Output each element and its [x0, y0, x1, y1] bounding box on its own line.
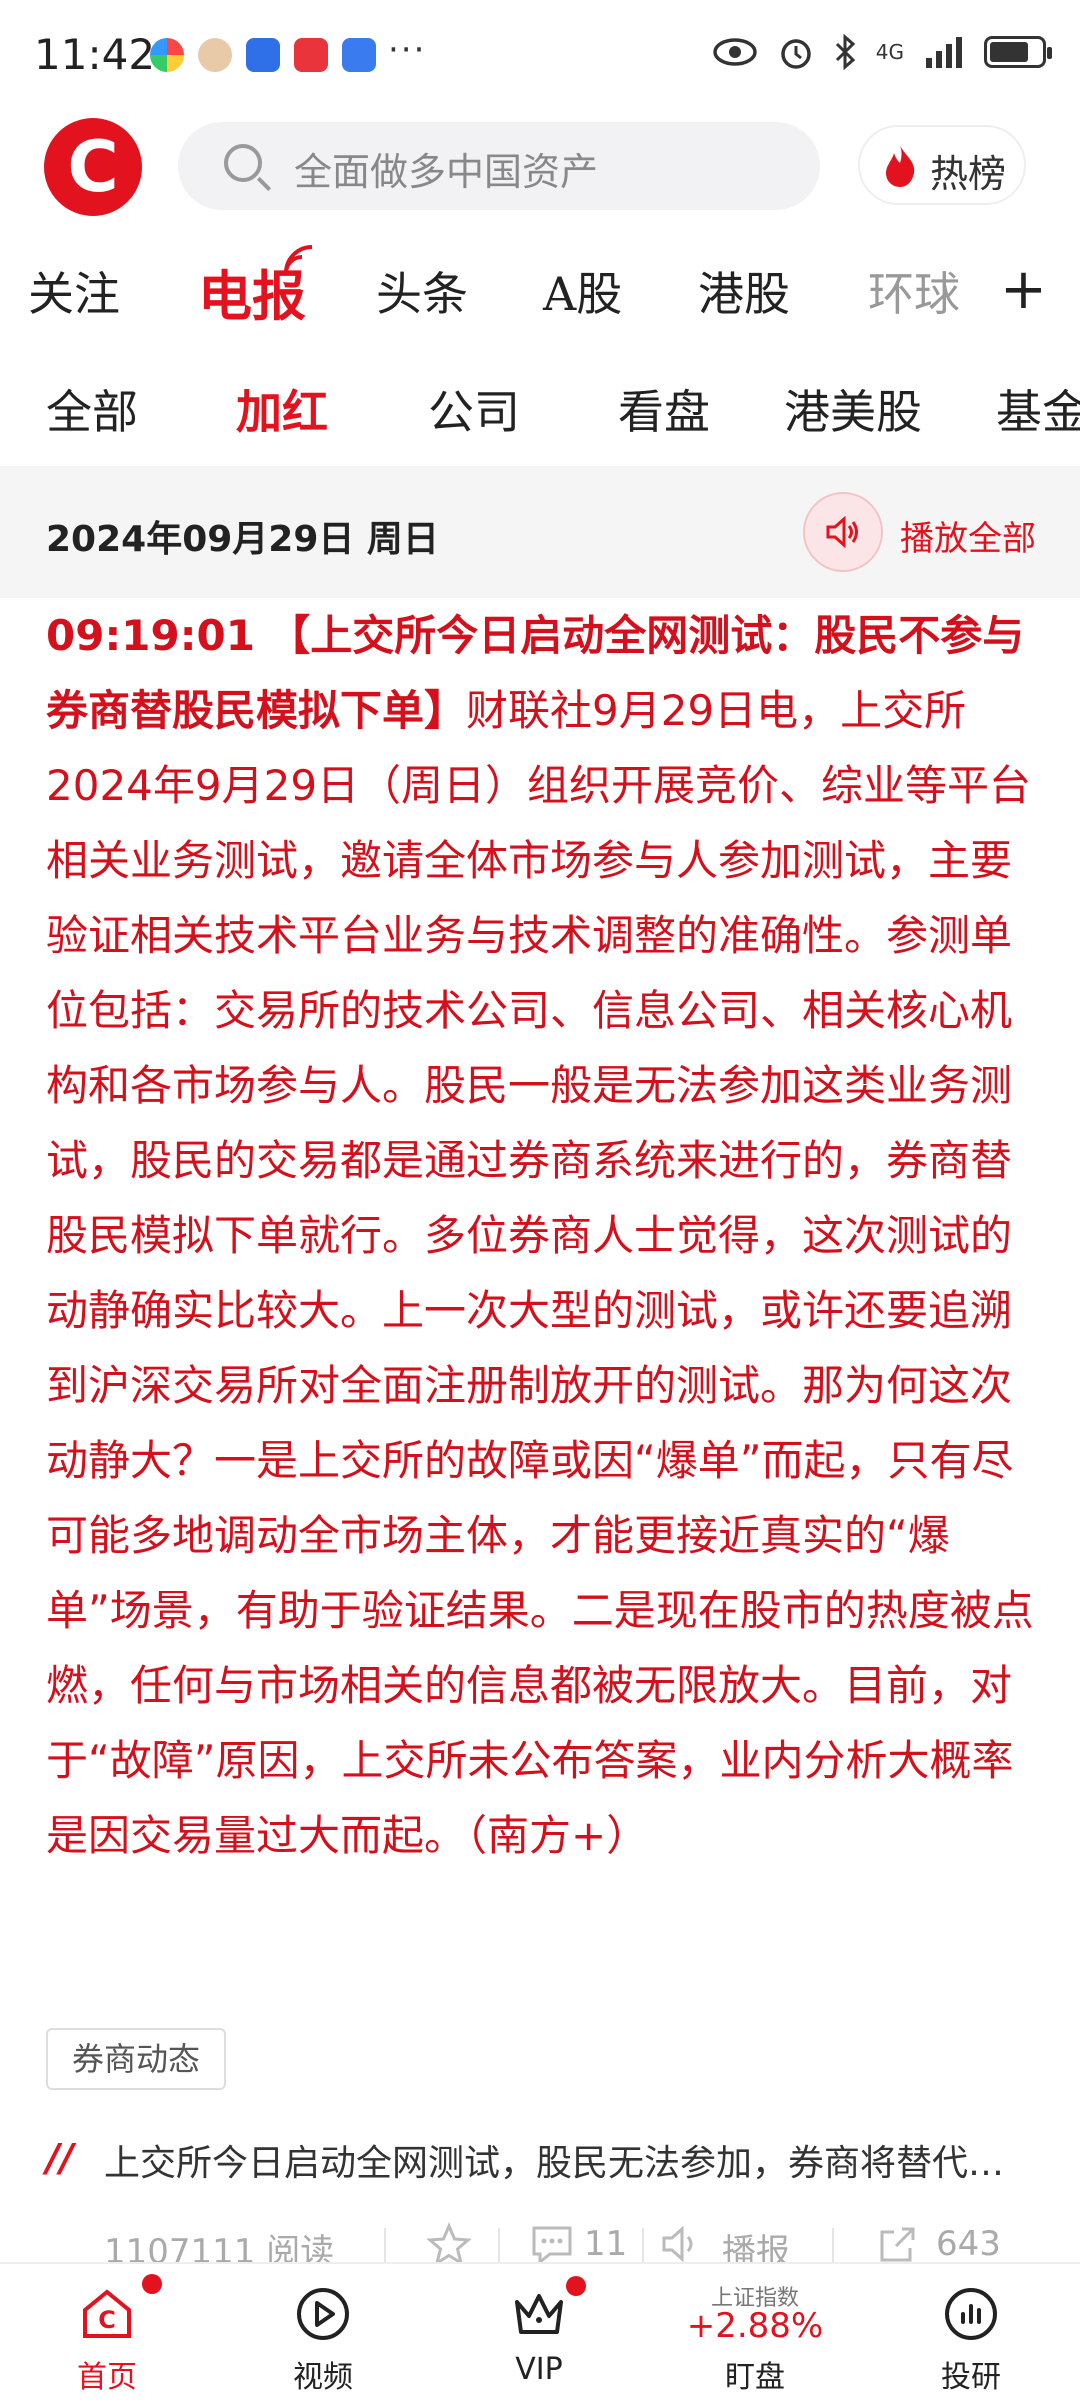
- market-index-value: +2.88%: [686, 2306, 824, 2346]
- bottom-navigation: C 首页 视频 VIP 上证指数 +2.88% 盯盘 投研: [0, 2262, 1080, 2402]
- subtab-all[interactable]: 全部: [46, 376, 138, 442]
- network-label: 4G: [875, 40, 904, 64]
- tab-headlines[interactable]: 头条: [376, 258, 468, 324]
- chart-circle-icon: [945, 2288, 997, 2340]
- live-signal-icon: [284, 245, 313, 274]
- more-notifications-icon: ···: [388, 30, 427, 70]
- nav-video[interactable]: 视频: [248, 2264, 398, 2402]
- nav-home-label: 首页: [77, 2360, 137, 2395]
- home-icon: C: [83, 2289, 131, 2338]
- nav-research[interactable]: 投研: [896, 2264, 1046, 2402]
- sub-tabs: 全部 加红 公司 看盘 港美股 基金: [0, 376, 1080, 446]
- subtab-market-watch[interactable]: 看盘: [618, 376, 710, 442]
- app-notification-icon: [246, 38, 280, 72]
- speaker-icon: [826, 516, 858, 548]
- share-count[interactable]: 643: [936, 2224, 1001, 2264]
- flame-icon: [886, 145, 915, 187]
- app-notification-icon: [150, 38, 184, 72]
- status-right: 4G: [712, 34, 1052, 70]
- comment-count[interactable]: 11: [584, 2224, 627, 2264]
- play-all-label[interactable]: 播放全部: [900, 511, 1036, 560]
- bluetooth-icon: [835, 34, 855, 70]
- nav-home[interactable]: C 首页: [32, 2264, 182, 2402]
- tab-follow[interactable]: 关注: [28, 258, 120, 324]
- speaker-icon[interactable]: [660, 2224, 704, 2264]
- date-label: 2024年09月29日 周日: [46, 519, 439, 560]
- avatar-notification-icon: [198, 38, 232, 72]
- search-icon: [224, 144, 262, 182]
- main-tabs: 关注 电报 头条 A股 港股 环球: [0, 258, 1080, 338]
- telegraph-article[interactable]: 09:19:01 【上交所今日启动全网测试：股民不参与 券商替股民模拟下单】财联…: [46, 598, 1036, 1873]
- status-time: 11:42: [34, 30, 156, 79]
- play-all-button[interactable]: [803, 492, 883, 572]
- share-icon[interactable]: [876, 2224, 918, 2264]
- battery-icon: [984, 36, 1052, 68]
- app-notification-icon: [294, 38, 328, 72]
- status-bar: 11:42 ··· 4G: [0, 0, 1080, 115]
- crown-icon: [515, 2294, 563, 2334]
- tab-hk-stocks[interactable]: 港股: [698, 258, 790, 324]
- svg-text:C: C: [98, 2306, 116, 2334]
- notification-icons: [150, 38, 376, 72]
- signal-icon: [926, 37, 962, 68]
- alarm-icon: [781, 39, 811, 69]
- home-badge: [142, 2274, 162, 2294]
- date-bar: 2024年09月29日 周日 播放全部: [0, 466, 1080, 598]
- subtab-funds[interactable]: 基金: [996, 376, 1080, 442]
- article-time: 09:19:01: [46, 611, 255, 660]
- nav-video-label: 视频: [293, 2360, 353, 2395]
- add-tab-button[interactable]: +: [1000, 262, 1047, 318]
- nav-vip[interactable]: VIP: [464, 2264, 614, 2402]
- search-bar[interactable]: 全面做多中国资产: [178, 122, 820, 210]
- vip-badge: [566, 2276, 586, 2296]
- tab-global[interactable]: 环球: [868, 258, 960, 324]
- article-tag[interactable]: 券商动态: [46, 2028, 227, 2090]
- article-body: 财联社9月29日电，上交所2024年9月29日（周日）组织开展竞价、综业等平台相…: [46, 686, 1034, 1860]
- nav-market[interactable]: 上证指数 +2.88% 盯盘: [680, 2264, 830, 2402]
- nav-vip-label: VIP: [515, 2352, 563, 2387]
- play-circle-icon: [297, 2288, 349, 2340]
- search-placeholder: 全面做多中国资产: [294, 150, 599, 194]
- comment-icon[interactable]: [530, 2224, 574, 2266]
- hot-list-label: 热榜: [930, 152, 1007, 196]
- subtab-hk-us-stocks[interactable]: 港美股: [784, 376, 922, 442]
- hot-list-button[interactable]: 热榜: [858, 125, 1026, 205]
- related-article[interactable]: // 上交所今日启动全网测试，股民无法参加，券商将替代…: [46, 2130, 1036, 2190]
- subtab-highlighted[interactable]: 加红: [236, 376, 328, 442]
- logo-icon: C: [67, 126, 119, 208]
- quote-slash-icon: //: [46, 2136, 74, 2180]
- eye-icon: [713, 38, 757, 66]
- nav-research-label: 投研: [941, 2360, 1001, 2395]
- nav-market-label: 盯盘: [725, 2360, 785, 2395]
- app-logo[interactable]: C: [44, 118, 142, 216]
- subtab-company[interactable]: 公司: [428, 376, 520, 442]
- voice-notification-icon: [342, 38, 376, 72]
- tab-a-shares[interactable]: A股: [543, 258, 622, 324]
- related-article-title: 上交所今日启动全网测试，股民无法参加，券商将替代…: [104, 2143, 1005, 2184]
